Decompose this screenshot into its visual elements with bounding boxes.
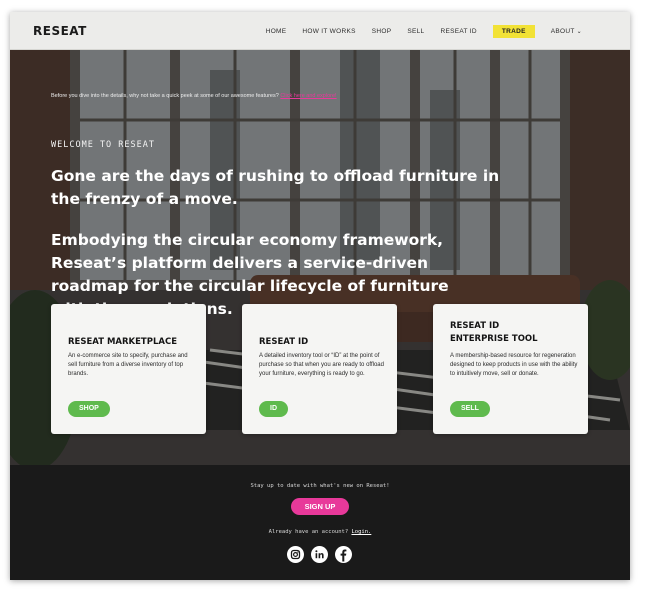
- feature-notice: Before you dive into the details, why no…: [51, 93, 337, 99]
- sell-button[interactable]: SELL: [450, 401, 490, 417]
- id-button[interactable]: ID: [259, 401, 288, 417]
- enterprise-tool-card: RESEAT ID ENTERPRISE TOOL A membership-b…: [433, 304, 588, 434]
- top-navigation: RESEAT HOME HOW IT WORKS SHOP SELL RESEA…: [10, 12, 630, 50]
- card-title: RESEAT ID: [259, 337, 309, 347]
- footer: Stay up to date with what's new on Resea…: [10, 465, 630, 580]
- explore-link[interactable]: Click here and explore!: [280, 93, 336, 99]
- nav-reseat-id[interactable]: RESEAT ID: [440, 28, 476, 35]
- login-prompt: Already have an account? Login.: [10, 529, 630, 535]
- nav-about-label: ABOUT: [550, 27, 575, 35]
- linkedin-icon[interactable]: [311, 546, 328, 563]
- card-description: A detailed inventory tool or “ID” at the…: [259, 353, 384, 377]
- notice-text: Before you dive into the details, why no…: [51, 93, 279, 99]
- facebook-icon[interactable]: [335, 546, 352, 563]
- nav-shop[interactable]: SHOP: [372, 28, 392, 35]
- browser-page: RESEAT HOME HOW IT WORKS SHOP SELL RESEA…: [10, 12, 630, 580]
- nav-how-it-works[interactable]: HOW IT WORKS: [302, 28, 355, 35]
- welcome-label: WELCOME TO RESEAT: [51, 140, 155, 150]
- nav-trade-button[interactable]: TRADE: [492, 24, 535, 38]
- newsletter-text: Stay up to date with what's new on Resea…: [250, 483, 390, 489]
- card-title: RESEAT MARKETPLACE: [68, 337, 177, 347]
- nav-about[interactable]: ABOUT ⌄: [551, 28, 582, 35]
- shop-button[interactable]: SHOP: [68, 401, 110, 417]
- hero-headline: Gone are the days of rushing to offload …: [51, 167, 500, 208]
- instagram-icon[interactable]: [287, 546, 304, 563]
- nav-sell[interactable]: SELL: [407, 28, 424, 35]
- reseat-logo[interactable]: RESEAT: [33, 24, 87, 38]
- nav-menu: HOME HOW IT WORKS SHOP SELL RESEAT ID TR…: [250, 12, 582, 50]
- account-text: Already have an account?: [268, 529, 349, 535]
- chevron-down-icon: ⌄: [576, 28, 582, 35]
- marketplace-card: RESEAT MARKETPLACE An e-commerce site to…: [51, 304, 206, 434]
- nav-home[interactable]: HOME: [266, 28, 287, 35]
- card-description: A membership-based resource for regenera…: [450, 353, 578, 377]
- login-link[interactable]: Login.: [351, 529, 371, 535]
- card-title: RESEAT ID ENTERPRISE TOOL: [450, 321, 538, 344]
- reseat-id-card: RESEAT ID A detailed inventory tool or “…: [242, 304, 397, 434]
- sign-up-button[interactable]: SIGN UP: [291, 498, 349, 515]
- card-description: An e-commerce site to specify, purchase …: [68, 353, 188, 377]
